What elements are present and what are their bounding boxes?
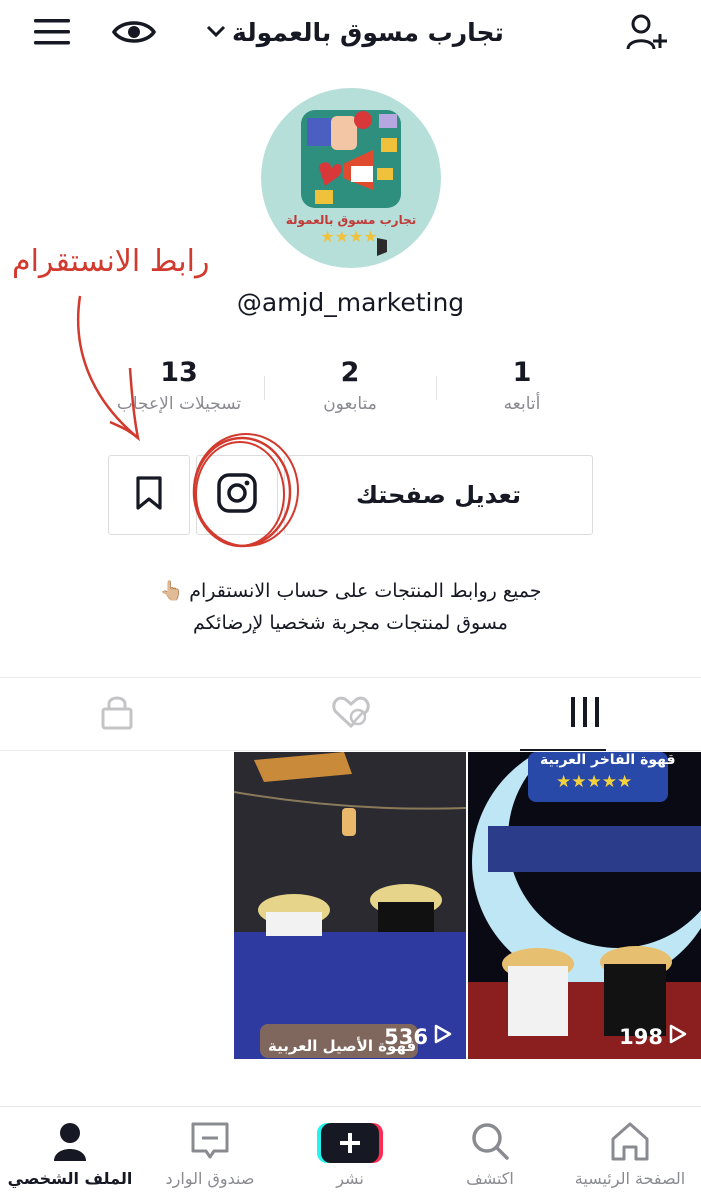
inbox-icon xyxy=(190,1121,230,1165)
bookmark-button[interactable] xyxy=(108,455,190,535)
nav-profile[interactable]: الملف الشخصي xyxy=(0,1107,140,1200)
video-1-views: 536 xyxy=(384,1024,452,1049)
instagram-link-annotation: رابط الانستقرام xyxy=(12,244,210,279)
bookmark-icon xyxy=(135,476,163,514)
tab-liked[interactable] xyxy=(234,678,467,750)
video-2-rating: ★★★★★ xyxy=(556,772,633,792)
video-2-image xyxy=(468,752,701,1059)
nav-inbox[interactable]: صندوق الوارد xyxy=(140,1107,280,1200)
edit-profile-label: تعديل صفحتك xyxy=(355,481,522,509)
bio-line-2: مسوق لمنتجات مجربة شخصيا لإرضائكم xyxy=(193,612,508,634)
nav-discover-label: اكتشف xyxy=(466,1169,514,1188)
following-label: أتابعه xyxy=(503,394,541,414)
account-switcher[interactable]: تجارب مسوق بالعمولة xyxy=(190,12,520,52)
edit-profile-button[interactable]: تعديل صفحتك xyxy=(284,455,593,535)
followers-label: متابعون xyxy=(323,394,377,414)
bottom-nav: الملف الشخصي صندوق الوارد نشر اكتشف الصف… xyxy=(0,1106,701,1200)
top-bar: تجارب مسوق بالعمولة xyxy=(0,0,701,64)
video-thumbnail-1[interactable]: قهوة الأصيل العربية 536 xyxy=(234,752,466,1059)
add-user-icon[interactable] xyxy=(625,10,669,54)
nav-discover[interactable]: اكتشف xyxy=(420,1107,560,1200)
play-icon xyxy=(434,1024,452,1049)
video-2-caption: قهوة الفاخر العربية xyxy=(540,752,676,768)
plus-icon xyxy=(317,1121,383,1169)
following-stat[interactable]: 1 أتابعه xyxy=(432,356,612,414)
video-1-image xyxy=(234,752,466,1059)
search-icon xyxy=(470,1121,510,1165)
play-icon xyxy=(669,1024,687,1049)
home-icon xyxy=(609,1121,651,1165)
nav-home-label: الصفحة الرئيسية xyxy=(574,1169,686,1188)
profile-avatar[interactable]: تجارب مسوق بالعمولة ★★★★ xyxy=(261,88,441,268)
content-tabs xyxy=(0,677,701,751)
account-title: تجارب مسوق بالعمولة xyxy=(232,17,504,47)
tab-videos[interactable] xyxy=(468,678,701,750)
likes-stat[interactable]: 13 تسجيلات الإعجاب xyxy=(89,356,269,414)
annotation-circle xyxy=(192,433,299,548)
likes-count: 13 xyxy=(160,357,198,388)
following-count: 1 xyxy=(512,357,532,388)
nav-post-label: نشر xyxy=(336,1169,364,1188)
svg-text:تجارب مسوق بالعمولة: تجارب مسوق بالعمولة xyxy=(286,213,417,228)
username: @amjd_marketing xyxy=(236,288,465,317)
chevron-down-icon xyxy=(206,23,226,42)
video-2-view-count: 198 xyxy=(619,1024,663,1049)
video-thumbnail-2[interactable]: قهوة الفاخر العربية ★★★★★ 198 xyxy=(468,752,701,1059)
profile-icon xyxy=(52,1121,88,1165)
nav-home[interactable]: الصفحة الرئيسية xyxy=(560,1107,700,1200)
grid-icon xyxy=(568,695,602,733)
nav-post[interactable]: نشر xyxy=(280,1107,420,1200)
bio-line-1: جميع روابط المنتجات على حساب الانستقرام … xyxy=(159,580,542,602)
hamburger-icon[interactable] xyxy=(30,10,74,54)
followers-count: 2 xyxy=(340,357,360,388)
video-1-view-count: 536 xyxy=(384,1024,428,1049)
nav-inbox-label: صندوق الوارد xyxy=(165,1169,255,1188)
liked-hidden-icon xyxy=(331,695,371,733)
eye-icon[interactable] xyxy=(112,10,156,54)
nav-profile-label: الملف الشخصي xyxy=(7,1169,133,1188)
svg-text:★★★★: ★★★★ xyxy=(320,227,377,246)
followers-stat[interactable]: 2 متابعون xyxy=(260,356,440,414)
video-2-views: 198 xyxy=(619,1024,687,1049)
likes-label: تسجيلات الإعجاب xyxy=(116,394,242,414)
tab-private[interactable] xyxy=(0,678,233,750)
lock-icon xyxy=(100,694,134,734)
active-tab-indicator xyxy=(520,749,606,751)
